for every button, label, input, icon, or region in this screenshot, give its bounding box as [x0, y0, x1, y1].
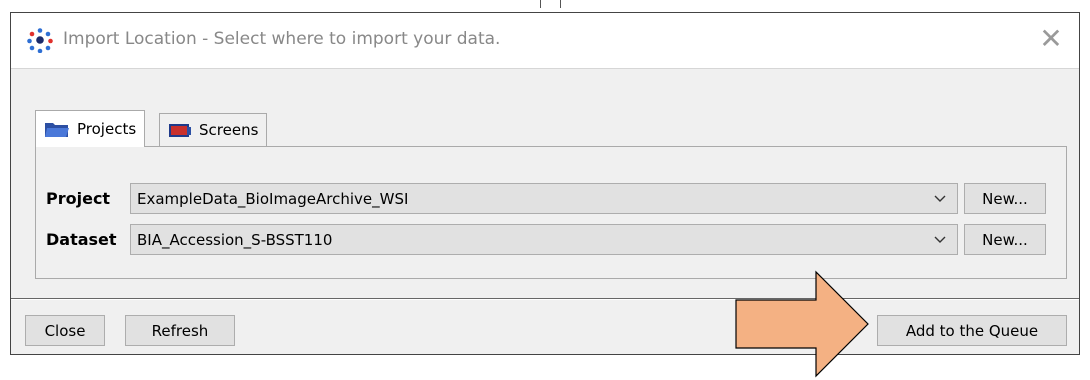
- dataset-label: Dataset: [46, 230, 117, 249]
- background-window: [0, 0, 1090, 8]
- annotation-arrow: [735, 270, 869, 378]
- projects-panel: Project ExampleData_BioImageArchive_WSI …: [35, 146, 1067, 279]
- tab-screens[interactable]: Screens: [159, 113, 268, 146]
- chevron-down-icon: [923, 191, 957, 207]
- close-button[interactable]: Close: [25, 315, 105, 346]
- dataset-value: BIA_Accession_S-BSST110: [137, 230, 333, 249]
- title-bar: Import Location - Select where to import…: [11, 13, 1079, 69]
- close-icon[interactable]: ✕: [1037, 25, 1065, 53]
- new-dataset-button[interactable]: New...: [964, 224, 1046, 255]
- screen-plate-icon: [168, 121, 192, 139]
- dataset-select[interactable]: BIA_Accession_S-BSST110: [130, 224, 958, 255]
- refresh-button[interactable]: Refresh: [125, 315, 235, 346]
- tab-projects[interactable]: Projects: [35, 110, 146, 147]
- project-value: ExampleData_BioImageArchive_WSI: [137, 189, 409, 208]
- new-project-button[interactable]: New...: [964, 183, 1046, 214]
- folder-icon: [44, 120, 70, 138]
- chevron-down-icon: [923, 232, 957, 248]
- tab-label: Screens: [199, 121, 259, 139]
- project-select[interactable]: ExampleData_BioImageArchive_WSI: [130, 183, 958, 214]
- project-label: Project: [46, 189, 111, 208]
- window-title: Import Location - Select where to import…: [63, 29, 501, 49]
- tab-label: Projects: [77, 120, 137, 138]
- app-logo-icon: [27, 27, 53, 54]
